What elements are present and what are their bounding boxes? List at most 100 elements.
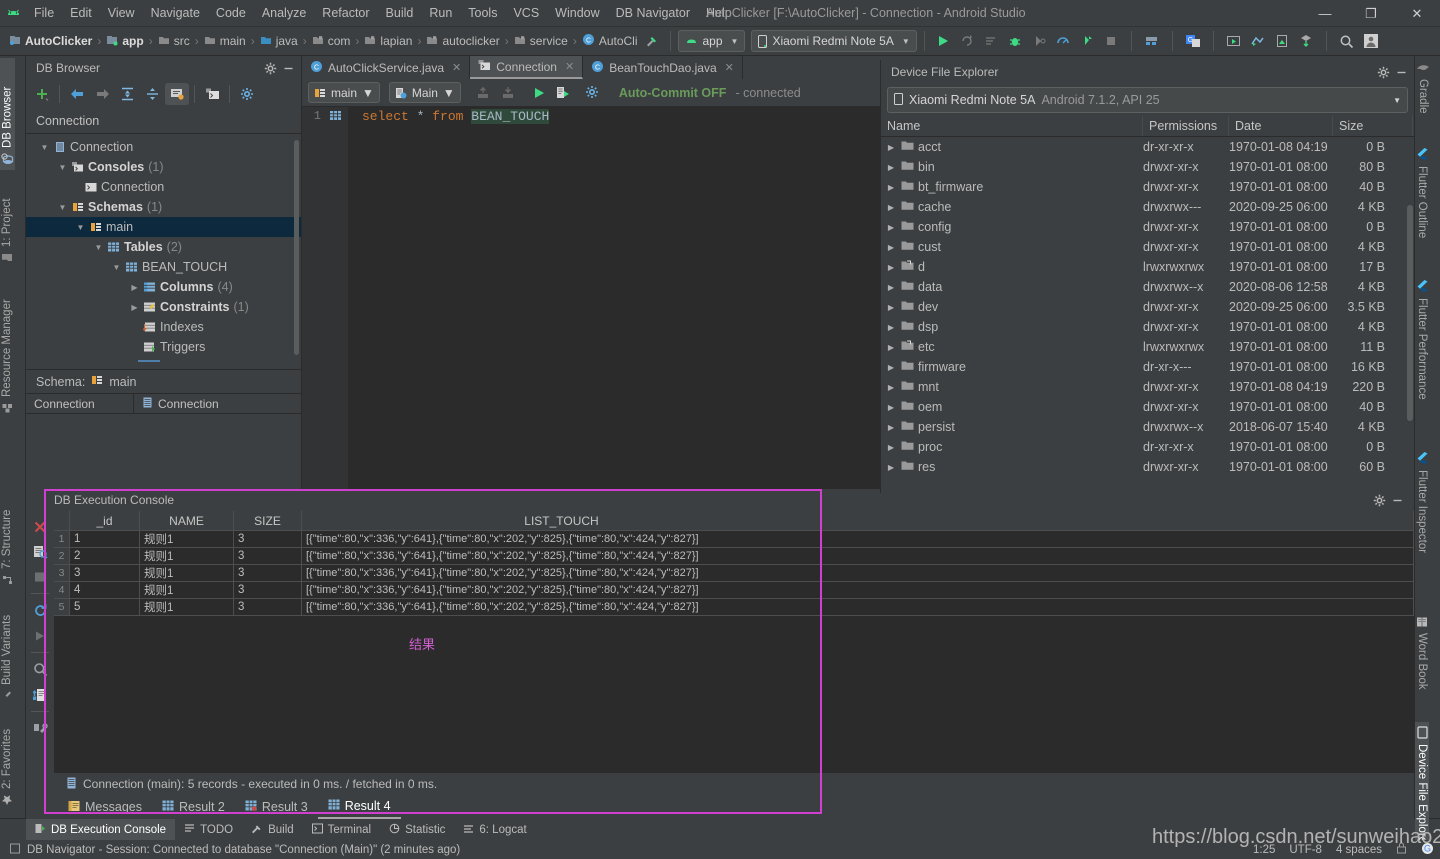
forward-icon[interactable] (90, 83, 114, 105)
expand-arrow-icon[interactable]: ▶ (885, 143, 897, 152)
tree-node-bean-touch[interactable]: ▼ BEAN_TOUCH (26, 257, 301, 277)
minimize-button[interactable]: — (1302, 0, 1348, 27)
file-row[interactable]: ▶ etc lrwxrwxrwx 1970-01-01 08:00 11 B (881, 337, 1414, 357)
sync-gradle-icon[interactable] (1247, 30, 1269, 52)
search-everywhere-icon[interactable] (1336, 30, 1358, 52)
cell-list-touch[interactable]: [{"time":80,"x":336,"y":641},{"time":80,… (302, 531, 822, 548)
run-with-coverage-icon[interactable] (1076, 30, 1098, 52)
breadcrumb-item-java[interactable]: java (257, 34, 301, 49)
column-header-size[interactable]: Size (1333, 116, 1413, 136)
gear-icon[interactable] (261, 59, 279, 77)
google-icon[interactable]: G (1421, 842, 1434, 858)
strip-tab-project[interactable]: 1: Project (0, 186, 14, 268)
stop-icon[interactable] (28, 565, 52, 588)
refresh-icon[interactable] (28, 599, 52, 622)
export-data-icon[interactable] (28, 683, 52, 706)
menu-navigate[interactable]: Navigate (143, 4, 208, 22)
file-row[interactable]: ▶ bt_firmware drwxr-xr-x 1970-01-01 08:00 40… (881, 177, 1414, 197)
gear-icon[interactable] (1370, 491, 1388, 509)
menu-db-navigator[interactable]: DB Navigator (608, 4, 698, 22)
file-row[interactable]: ▶ dev drwxr-xr-x 2020-09-25 06:00 3.5 KB (881, 297, 1414, 317)
file-row[interactable]: ▶ d lrwxrwxrwx 1970-01-01 08:00 17 B (881, 257, 1414, 277)
result-tab-result-2[interactable]: Result 2 (152, 795, 235, 819)
gear-icon[interactable] (1374, 63, 1392, 81)
expand-arrow-icon[interactable]: ▶ (885, 383, 897, 392)
open-sql-console-icon[interactable] (200, 83, 224, 105)
menu-refactor[interactable]: Refactor (314, 4, 377, 22)
breadcrumb-item-com[interactable]: com (309, 34, 354, 49)
expand-arrow-icon[interactable]: ▶ (885, 223, 897, 232)
console-settings-icon[interactable] (582, 82, 604, 104)
collapse-all-icon[interactable] (140, 83, 164, 105)
cell-list-touch[interactable]: [{"time":80,"x":336,"y":641},{"time":80,… (302, 582, 822, 599)
table-row[interactable]: 2 2 规则1 3 [{"time":80,"x":336,"y":641},{… (54, 548, 1414, 565)
file-row[interactable]: ▶ acct dr-xr-xr-x 1970-01-08 04:19 0 B (881, 137, 1414, 157)
twisty-icon[interactable]: ▼ (110, 263, 123, 272)
file-row[interactable]: ▶ proc dr-xr-xr-x 1970-01-01 08:00 0 B (881, 437, 1414, 457)
tw-tab-terminal[interactable]: Terminal (303, 819, 380, 840)
device-dropdown[interactable]: Xiaomi Redmi Note 5A Android 7.1.2, API … (887, 87, 1408, 113)
menu-tools[interactable]: Tools (460, 4, 505, 22)
avd-manager-icon[interactable] (1223, 30, 1245, 52)
tree-node-connection[interactable]: ▼ Connection (26, 137, 301, 157)
expand-arrow-icon[interactable]: ▶ (885, 403, 897, 412)
file-row[interactable]: ▶ cust drwxr-xr-x 1970-01-01 08:00 4 KB (881, 237, 1414, 257)
menu-vcs[interactable]: VCS (505, 4, 547, 22)
device-manager-icon[interactable] (1295, 30, 1317, 52)
run-icon[interactable] (28, 624, 52, 647)
translate-icon[interactable]: G (1182, 30, 1204, 52)
profiler-icon[interactable] (1052, 30, 1074, 52)
run-icon[interactable] (932, 30, 954, 52)
cell-id[interactable]: 2 (70, 548, 140, 565)
file-row[interactable]: ▶ oem drwxr-xr-x 1970-01-01 08:00 40 B (881, 397, 1414, 417)
expand-arrow-icon[interactable]: ▶ (885, 243, 897, 252)
encoding-indicator[interactable]: UTF-8 (1289, 844, 1322, 856)
execute-script-icon[interactable] (553, 82, 575, 104)
expand-arrow-icon[interactable]: ▶ (885, 163, 897, 172)
strip-tab-flutter-performance[interactable]: Flutter Performance (1415, 276, 1429, 436)
tree-node-main-schema[interactable]: ▼ main (26, 217, 301, 237)
tab-beantouchdao-java[interactable]: C BeanTouchDao.java ✕ (583, 56, 743, 79)
file-row[interactable]: ▶ config drwxr-xr-x 1970-01-01 08:00 0 B (881, 217, 1414, 237)
strip-tab-build-variants[interactable]: Build Variants (0, 596, 14, 706)
session-combo[interactable]: Main ▼ (388, 82, 461, 103)
breadcrumb-item-lapian[interactable]: lapian (361, 34, 415, 49)
result-tab-result-3[interactable]: Result 3 (235, 795, 318, 819)
cell-name[interactable]: 规则1 (140, 582, 234, 599)
expand-all-icon[interactable] (115, 83, 139, 105)
expand-arrow-icon[interactable]: ▶ (885, 423, 897, 432)
add-icon[interactable] (30, 83, 54, 105)
close-icon[interactable] (28, 515, 52, 538)
tab-connection[interactable]: Connection ✕ (470, 56, 584, 79)
menu-file[interactable]: File (26, 4, 62, 22)
show-object-properties-icon[interactable] (165, 83, 189, 105)
strip-tab-structure[interactable]: 7: Structure (0, 498, 14, 590)
twisty-icon[interactable]: ▶ (128, 303, 141, 312)
strip-tab-db-browser[interactable]: DB Browser (0, 58, 15, 170)
cell-id[interactable]: 3 (70, 565, 140, 582)
expand-arrow-icon[interactable]: ▶ (885, 183, 897, 192)
cell-name[interactable]: 规则1 (140, 599, 234, 616)
breadcrumb-item-src[interactable]: src (155, 34, 193, 49)
search-icon[interactable] (28, 658, 52, 681)
breadcrumb-item-autoclickservice[interactable]: C AutoCli (579, 33, 641, 49)
tree-node-consoles[interactable]: ▼ Consoles (1) (26, 157, 301, 177)
cell-id[interactable]: 4 (70, 582, 140, 599)
file-row[interactable]: ▶ bin drwxr-xr-x 1970-01-01 08:00 80 B (881, 157, 1414, 177)
maximize-button[interactable]: ❐ (1348, 0, 1394, 27)
strip-tab-gradle[interactable]: Gradle (1415, 58, 1431, 130)
rollback-icon[interactable] (497, 82, 519, 104)
user-account-icon[interactable] (1360, 30, 1382, 52)
run-statement-gutter-icon[interactable] (324, 109, 346, 489)
cell-size[interactable]: 3 (234, 582, 302, 599)
twisty-icon[interactable]: ▼ (56, 203, 69, 212)
file-row[interactable]: ▶ data drwxrwx--x 2020-08-06 12:58 4 KB (881, 277, 1414, 297)
file-row[interactable]: ▶ mnt drwxr-xr-x 1970-01-08 04:19 220 B (881, 377, 1414, 397)
breadcrumb-item-autoclicker[interactable]: AutoClicker (6, 34, 95, 49)
sdk-manager-icon[interactable] (1141, 30, 1163, 52)
hide-panel-icon[interactable] (1392, 63, 1410, 81)
tree-node-constraints[interactable]: ▶ Constraints (1) (26, 297, 301, 317)
twisty-icon[interactable]: ▼ (92, 243, 105, 252)
cell-id[interactable]: 1 (70, 531, 140, 548)
caret-position[interactable]: 1:25 (1253, 844, 1275, 856)
